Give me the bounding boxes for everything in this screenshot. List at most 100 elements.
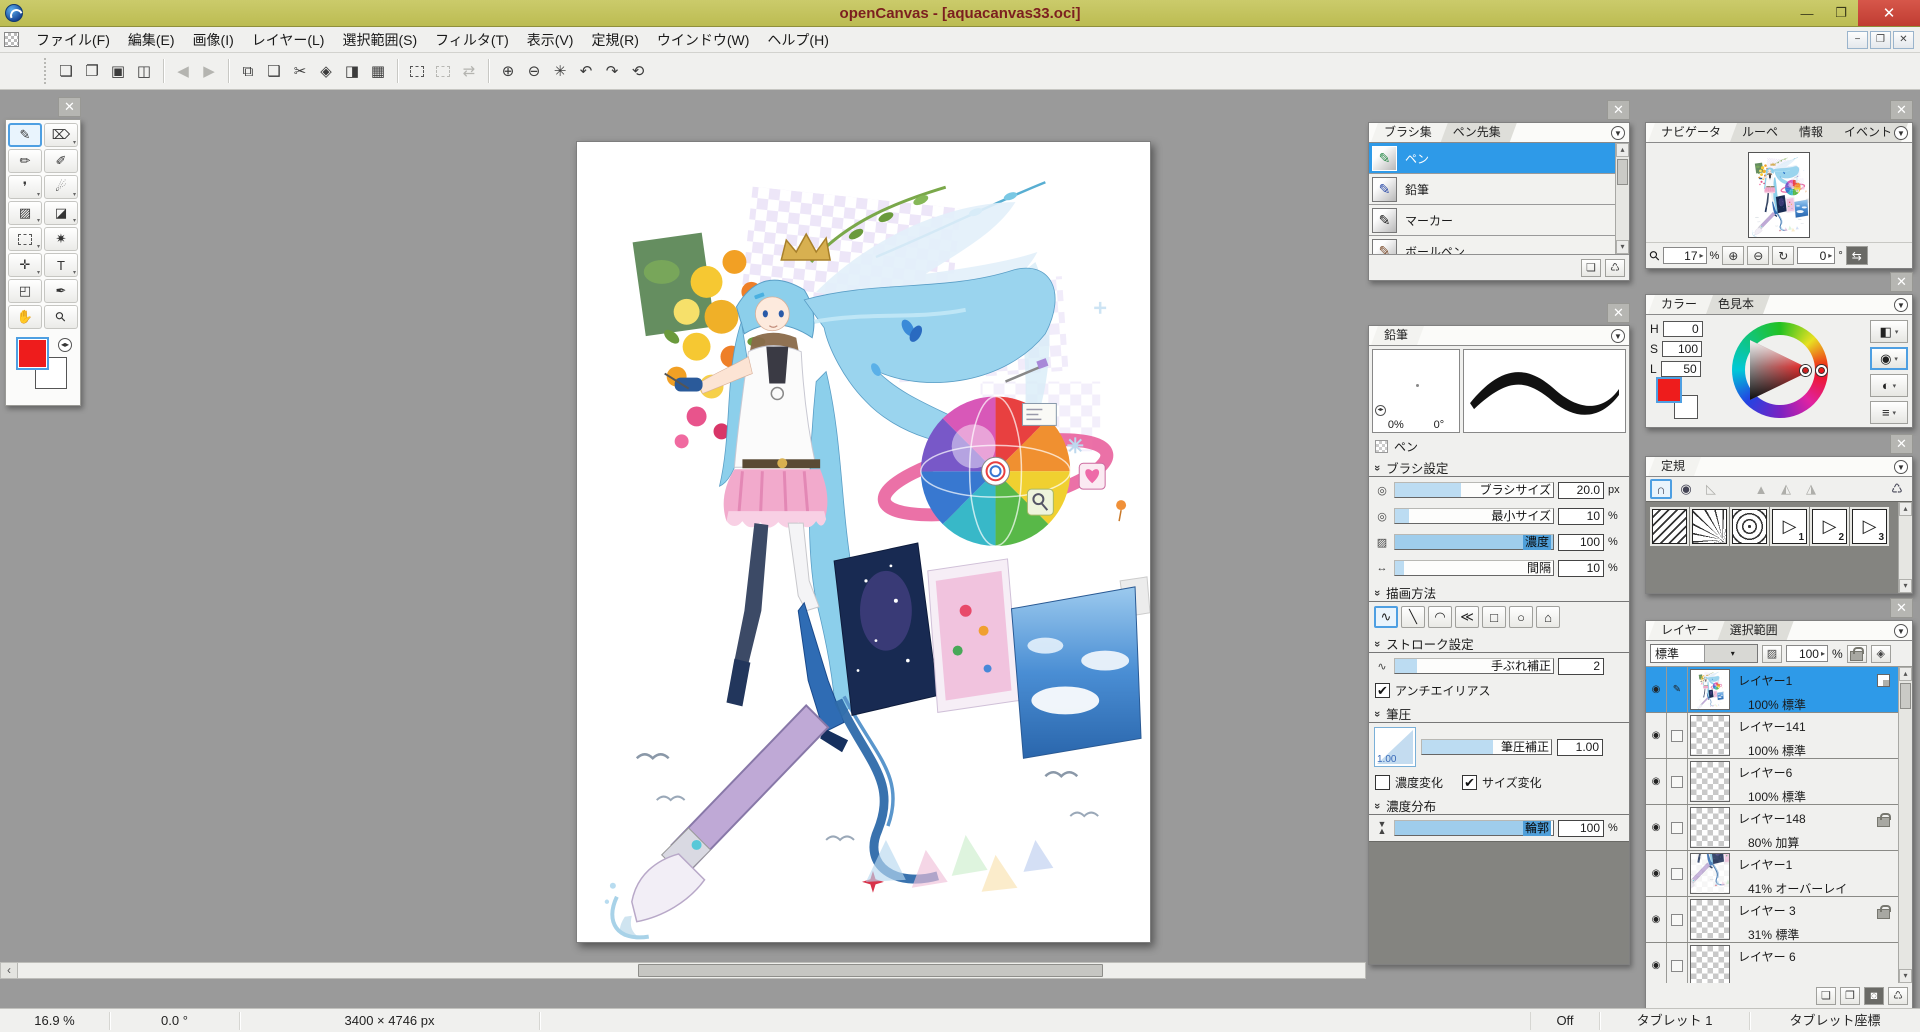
stabilize-value[interactable]: 2 [1558, 658, 1604, 675]
tool-hand[interactable]: ✋ [8, 305, 42, 329]
panel-menu-icon[interactable]: ▼ [1894, 298, 1908, 312]
mdi-minimize-button[interactable]: − [1847, 31, 1868, 49]
color-sphere-mode-button[interactable]: ◐▾ [1870, 374, 1908, 397]
ruler-triangle-right-button[interactable]: ◮ [1800, 479, 1822, 499]
nav-zoom-in-button[interactable]: ⊕ [1722, 246, 1744, 265]
tool-airbrush[interactable]: ☄▾ [44, 175, 78, 199]
tool-pencil[interactable]: ✏ [8, 149, 42, 173]
lightness-input[interactable]: 50 [1661, 361, 1701, 377]
tool-correction-pen[interactable]: ✐ [44, 149, 78, 173]
ruler-panel-close-button[interactable]: ✕ [1890, 434, 1913, 454]
fill-button[interactable]: ◈ [314, 58, 338, 84]
tool-eraser[interactable]: ⌦▾ [44, 123, 78, 147]
scroll-left-icon[interactable]: ‹ [1, 963, 18, 978]
tab-layers[interactable]: レイヤー [1648, 621, 1725, 640]
menu-edit[interactable]: 編集(E) [119, 27, 184, 53]
rotate-right-button[interactable]: ↷ [600, 58, 624, 84]
cut-button[interactable]: ✂ [288, 58, 312, 84]
ruler-radial[interactable] [1692, 509, 1727, 544]
tab-pen-tips[interactable]: ペン先集 [1440, 123, 1517, 142]
color-panel-close-button[interactable]: ✕ [1890, 272, 1913, 292]
tab-ruler[interactable]: 定規 [1648, 457, 1701, 476]
brush-panel-close-button[interactable]: ✕ [1607, 100, 1630, 120]
layer-visibility-toggle[interactable]: ◉ [1646, 667, 1667, 712]
ruler-delete-button[interactable]: ♺ [1886, 479, 1908, 499]
layer-lock-button[interactable] [1847, 645, 1867, 663]
ruler-perspective-2[interactable]: ▷2 [1812, 509, 1847, 544]
save-as-button[interactable]: ◫ [132, 58, 156, 84]
brush-item-marker[interactable]: ✎ マーカー [1369, 205, 1615, 236]
scroll-up-icon[interactable]: ▴ [1899, 667, 1912, 681]
layer-stack-button[interactable]: ◈ [1871, 645, 1891, 663]
menu-window[interactable]: ウインドウ(W) [648, 27, 759, 53]
foreground-color-swatch[interactable] [16, 337, 49, 370]
tool-eyedropper[interactable]: ✒ [44, 279, 78, 303]
contour-slider[interactable]: ▼▲ 輪郭 100 % [1374, 819, 1624, 837]
layer-row-5[interactable]: ◉ レイヤー1 41% オーバーレイ [1646, 851, 1898, 897]
ruler-concentric[interactable] [1732, 509, 1767, 544]
panel-menu-icon[interactable]: ▼ [1894, 460, 1908, 474]
tab-brush-collection[interactable]: ブラシ集 [1371, 123, 1448, 142]
eraser-button[interactable]: ◨ [340, 58, 364, 84]
select-rect-button[interactable] [405, 58, 429, 84]
tool-zoom[interactable]: ⚲ [44, 305, 78, 329]
nav-rotate-button[interactable]: ↻ [1772, 246, 1794, 265]
navigator-preview[interactable] [1646, 143, 1912, 242]
swap-colors-icon[interactable]: ◂▸ [58, 338, 72, 352]
tool-water[interactable]: ❜▾ [8, 175, 42, 199]
tip-swap-icon[interactable]: ◂▸ [1375, 405, 1386, 416]
menu-selection[interactable]: 選択範囲(S) [333, 27, 426, 53]
blend-mode-select[interactable]: 標準▾ [1650, 644, 1758, 663]
density-value[interactable]: 100 [1558, 534, 1604, 551]
layer-mask-button[interactable]: ◙ [1864, 987, 1884, 1005]
wheel-marker[interactable] [1816, 365, 1827, 376]
density-slider[interactable]: ▨ 濃度 100 % [1374, 533, 1624, 551]
section-density-distribution[interactable]: »濃度分布 [1369, 797, 1629, 815]
color-slider-mode-button[interactable]: ≡▾ [1870, 401, 1908, 424]
rotate-reset-button[interactable]: ⟲ [626, 58, 650, 84]
tab-color[interactable]: カラー [1648, 295, 1713, 314]
ruler-triangle-left-button[interactable]: ◭ [1775, 479, 1797, 499]
layers-panel-close-button[interactable]: ✕ [1890, 598, 1913, 618]
paste-button[interactable]: ❑ [262, 58, 286, 84]
spacing-value[interactable]: 10 [1558, 560, 1604, 577]
section-brush-settings[interactable]: »ブラシ設定 [1369, 459, 1629, 477]
layer-opacity-input[interactable]: 100▸ [1786, 645, 1828, 662]
menu-image[interactable]: 画像(I) [184, 27, 243, 53]
draw-polygon-button[interactable]: ⌂ [1536, 606, 1560, 628]
nav-rotation-input[interactable]: 0▸ [1797, 247, 1835, 264]
tool-bucket[interactable]: ◪▾ [44, 201, 78, 225]
tab-selection[interactable]: 選択範囲 [1717, 621, 1794, 640]
color-square-mode-button[interactable]: ◧▾ [1870, 320, 1908, 343]
brush-tip-preview[interactable]: ◂▸ 0% 0° [1372, 349, 1460, 433]
layer-row-3[interactable]: ◉ レイヤー6 100% 標準 [1646, 759, 1898, 805]
tool-magic-wand[interactable]: ✷ [44, 227, 78, 251]
layer-row-1[interactable]: ◉ ✎ レイヤー1 100% 標準 [1646, 667, 1898, 713]
navigator-close-button[interactable]: ✕ [1890, 100, 1913, 120]
brush-item-pencil[interactable]: ✎ 鉛筆 [1369, 174, 1615, 205]
tab-info[interactable]: 情報 [1786, 123, 1839, 142]
section-stroke-settings[interactable]: »ストローク設定 [1369, 635, 1629, 653]
layer-visibility-toggle[interactable]: ◉ [1646, 851, 1667, 896]
scroll-down-icon[interactable]: ▾ [1899, 579, 1912, 593]
scrollbar-thumb[interactable] [1617, 159, 1628, 185]
tab-navigator[interactable]: ナビゲータ [1648, 123, 1737, 142]
settings-panel-close-button[interactable]: ✕ [1607, 303, 1630, 323]
rotate-left-button[interactable]: ↶ [574, 58, 598, 84]
undo-button[interactable]: ◀ [171, 58, 195, 84]
delete-brush-button[interactable]: ♺ [1605, 259, 1625, 277]
tool-text[interactable]: T▾ [44, 253, 78, 277]
panel-menu-icon[interactable]: ▼ [1611, 329, 1625, 343]
min-size-value[interactable]: 10 [1558, 508, 1604, 525]
menu-ruler[interactable]: 定規(R) [582, 27, 647, 53]
scroll-down-icon[interactable]: ▾ [1616, 240, 1629, 254]
section-pen-pressure[interactable]: »筆圧 [1369, 705, 1629, 723]
spacing-slider[interactable]: ↔ 間隔 10 % [1374, 559, 1624, 577]
draw-ellipse-button[interactable]: ○ [1509, 606, 1533, 628]
tool-select[interactable]: ▾ [8, 227, 42, 251]
tab-loupe[interactable]: ルーペ [1729, 123, 1794, 142]
layer-visibility-toggle[interactable]: ◉ [1646, 805, 1667, 850]
layer-row-2[interactable]: ◉ レイヤー141 100% 標準 [1646, 713, 1898, 759]
ruler-triangle-filled-button[interactable]: ▲ [1750, 479, 1772, 499]
menu-filter[interactable]: フィルタ(T) [426, 27, 518, 53]
